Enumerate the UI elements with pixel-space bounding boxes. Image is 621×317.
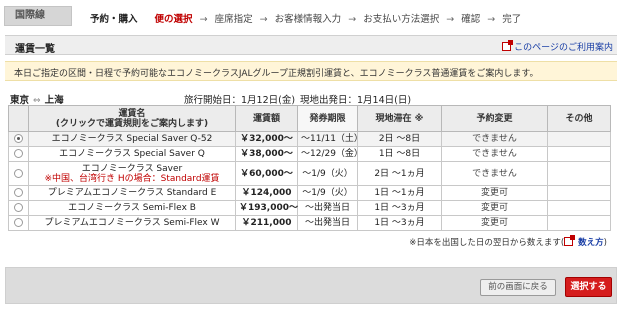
- step-confirm: 確認: [461, 14, 481, 25]
- fare-radio-cell[interactable]: [8, 146, 29, 162]
- fare-name[interactable]: エコノミークラス Special Saver Q-52: [28, 131, 236, 147]
- ticketing-deadline: ～1/9（火）: [297, 161, 358, 186]
- fare-price: ￥193,000～: [235, 200, 298, 216]
- section-title: 運賃一覧: [15, 44, 55, 55]
- fare-radio[interactable]: [14, 217, 23, 227]
- other-info: [547, 146, 611, 162]
- fare-radio-cell[interactable]: [8, 161, 29, 186]
- step-arrow: →: [446, 14, 455, 25]
- fare-radio-cell[interactable]: [8, 131, 29, 147]
- step-customer-info: お客様情報入力: [274, 14, 342, 25]
- header-select: [8, 105, 29, 132]
- stay-footnote: ※日本を出国した日の翌日から数えます( 数え方): [409, 235, 607, 248]
- fare-price: ￥32,000～: [235, 131, 298, 147]
- fare-price: ￥211,000: [235, 215, 298, 231]
- fare-radio[interactable]: [14, 187, 23, 197]
- route-summary: 東京 ⇔ 上海 旅行開始日：1月12日(金) 現地出発日：1月14日(日): [10, 92, 610, 106]
- ticketing-deadline: ～11/11（土）: [297, 131, 363, 147]
- header-stay: 現地滞在 ※: [357, 105, 442, 132]
- select-button[interactable]: 選択する: [565, 277, 612, 297]
- other-info: [547, 215, 611, 231]
- step-payment: お支払い方法選択: [363, 14, 440, 25]
- ticketing-deadline: ～1/9（火）: [297, 185, 358, 201]
- stay-range: 2日 ～8日: [357, 131, 442, 147]
- table-row[interactable]: プレミアムエコノミークラス Standard E ￥124,000 ～1/9（火…: [8, 185, 611, 201]
- header-other: その他: [547, 105, 611, 132]
- table-row[interactable]: プレミアムエコノミークラス Semi-Flex W ￥211,000 ～出発当日…: [8, 215, 611, 231]
- stay-range: 1日 ～3ヵ月: [357, 215, 442, 231]
- fare-price: ￥38,000～: [235, 146, 298, 162]
- other-info: [547, 161, 611, 186]
- header-fare-name: 運賃名 (クリックで運賃規則をご案内します): [28, 105, 236, 132]
- departure-date: 旅行開始日：1月12日(金): [184, 95, 296, 106]
- region-tab[interactable]: 国際線: [4, 6, 72, 26]
- step-arrow: →: [487, 14, 496, 25]
- external-window-icon: [502, 40, 514, 51]
- back-button[interactable]: 前の画面に戻る: [480, 279, 556, 296]
- ticketing-deadline: ～出発当日: [297, 200, 358, 216]
- fare-radio-cell[interactable]: [8, 185, 29, 201]
- fare-name-cell[interactable]: エコノミークラス Saver ※中国、台湾行き Hの場合：Standard運賃: [28, 161, 236, 186]
- stay-range: 1日 ～1ヵ月: [357, 185, 442, 201]
- table-header-row: 運賃名 (クリックで運賃規則をご案内します) 運賃額 発券期限 現地滞在 ※ 予約…: [8, 105, 611, 132]
- other-info: [547, 200, 611, 216]
- top-bar: 国際線 予約・購入 便の選択 → 座席指定 → お客様情報入力 → お支払い方法…: [0, 0, 621, 30]
- header-fare-name-label: 運賃名: [118, 108, 146, 119]
- other-info: [547, 131, 611, 147]
- step-complete: 完了: [502, 14, 522, 25]
- stay-range: 1日 ～3ヵ月: [357, 200, 442, 216]
- step-reservation: 予約・購入: [90, 14, 138, 25]
- fare-warning: ※中国、台湾行き Hの場合：Standard運賃: [44, 173, 220, 184]
- usage-guide-link[interactable]: このページのご利用案内: [502, 40, 613, 53]
- fare-name[interactable]: エコノミークラス Special Saver Q: [28, 146, 236, 162]
- external-window-icon: [564, 235, 576, 246]
- fare-name[interactable]: エコノミークラス Semi-Flex B: [28, 200, 236, 216]
- footnote-text: ※日本を出国した日の翌日から数えます(: [409, 238, 565, 248]
- change-policy: 変更可: [441, 215, 548, 231]
- fare-price: ￥124,000: [235, 185, 298, 201]
- header-change: 予約変更: [441, 105, 548, 132]
- usage-guide-label[interactable]: このページのご利用案内: [514, 43, 613, 53]
- counting-method-link[interactable]: 数え方: [578, 238, 604, 248]
- header-ticketing-deadline[interactable]: 発券期限: [297, 105, 358, 132]
- ticketing-deadline: ～12/29（金）: [297, 146, 363, 162]
- table-row[interactable]: エコノミークラス Semi-Flex B ￥193,000～ ～出発当日 1日 …: [8, 200, 611, 216]
- step-indicator: 予約・購入 便の選択 → 座席指定 → お客様情報入力 → お支払い方法選択 →…: [90, 11, 521, 25]
- fare-name[interactable]: プレミアムエコノミークラス Standard E: [28, 185, 236, 201]
- table-row[interactable]: エコノミークラス Special Saver Q ￥38,000～ ～12/29…: [8, 146, 611, 162]
- action-bar: 前の画面に戻る 選択する: [5, 267, 617, 304]
- change-policy: できません: [441, 161, 548, 186]
- step-seat: 座席指定: [214, 14, 253, 25]
- change-policy: できません: [441, 146, 548, 162]
- change-policy: できません: [441, 131, 548, 147]
- stay-range: 2日 ～1ヵ月: [357, 161, 442, 186]
- table-row[interactable]: エコノミークラス Special Saver Q-52 ￥32,000～ ～11…: [8, 131, 611, 147]
- stay-range: 1日 ～8日: [357, 146, 442, 162]
- fare-radio[interactable]: [14, 202, 23, 212]
- fare-notice: 本日ご指定の区間・日程で予約可能なエコノミークラスJALグループ正規割引運賃と、…: [5, 61, 617, 81]
- other-info: [547, 185, 611, 201]
- step-arrow: →: [199, 14, 208, 25]
- fare-radio-cell[interactable]: [8, 200, 29, 216]
- fare-radio[interactable]: [14, 133, 23, 143]
- step-arrow: →: [348, 14, 357, 25]
- step-flight-select: 便の選択: [154, 14, 193, 25]
- fare-name[interactable]: プレミアムエコノミークラス Semi-Flex W: [28, 215, 236, 231]
- fare-name[interactable]: エコノミークラス Saver: [82, 164, 182, 174]
- return-date: 現地出発日：1月14日(日): [300, 95, 412, 106]
- header-fare-name-note: (クリックで運賃規則をご案内します): [55, 118, 209, 129]
- fare-price: ￥60,000～: [235, 161, 298, 186]
- fare-radio-cell[interactable]: [8, 215, 29, 231]
- table-row[interactable]: エコノミークラス Saver ※中国、台湾行き Hの場合：Standard運賃 ￥…: [8, 161, 611, 186]
- ticketing-deadline: ～出発当日: [297, 215, 358, 231]
- change-policy: 変更可: [441, 185, 548, 201]
- fare-radio[interactable]: [14, 168, 23, 178]
- fare-table: 運賃名 (クリックで運賃規則をご案内します) 運賃額 発券期限 現地滞在 ※ 予約…: [8, 105, 611, 231]
- fare-radio[interactable]: [14, 148, 23, 158]
- footnote-close: ): [603, 238, 607, 248]
- step-arrow: →: [259, 14, 268, 25]
- change-policy: 変更可: [441, 200, 548, 216]
- section-header: 運賃一覧 このページのご利用案内: [5, 35, 617, 55]
- header-fare-price: 運賃額: [235, 105, 298, 132]
